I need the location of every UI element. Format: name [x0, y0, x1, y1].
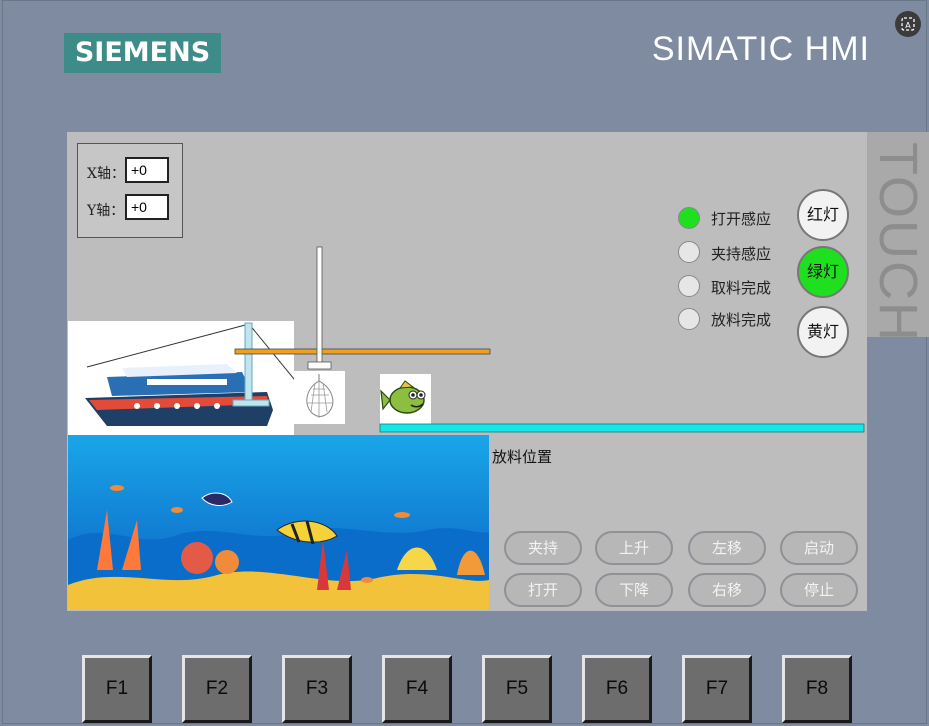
- conveyor-belt: [379, 423, 865, 433]
- right-button[interactable]: 右移: [688, 573, 766, 607]
- x-axis-value-field[interactable]: +0: [125, 157, 169, 183]
- indicator-lamp-open: [678, 207, 700, 229]
- indicator-label-open: 打开感应: [711, 210, 772, 228]
- down-button[interactable]: 下降: [595, 573, 673, 607]
- f7-key[interactable]: F7: [682, 655, 752, 723]
- text-recognition-icon[interactable]: A: [895, 11, 921, 37]
- drop-position-label: 放料位置: [492, 448, 553, 466]
- f3-key[interactable]: F3: [282, 655, 352, 723]
- svg-text:TOUCH: TOUCH: [868, 142, 928, 337]
- product-name: SIMATIC HMI: [651, 30, 870, 68]
- crane-horizontal-arm: [234, 348, 491, 355]
- f2-key[interactable]: F2: [182, 655, 252, 723]
- x-axis-label: X轴：: [87, 166, 125, 182]
- clamp-button[interactable]: 夹持: [504, 531, 582, 565]
- stop-button[interactable]: 停止: [780, 573, 858, 607]
- y-axis-label: Y轴：: [87, 203, 125, 219]
- open-button[interactable]: 打开: [504, 573, 582, 607]
- red-light-button[interactable]: 红灯: [797, 189, 849, 241]
- crane-gripper-head: [307, 361, 332, 370]
- f8-key[interactable]: F8: [782, 655, 852, 723]
- left-button[interactable]: 左移: [688, 531, 766, 565]
- touch-label: TOUCH: [868, 142, 928, 337]
- siemens-logo: SIEMENS: [64, 33, 221, 73]
- up-button[interactable]: 上升: [595, 531, 673, 565]
- f6-key[interactable]: F6: [582, 655, 652, 723]
- f4-key[interactable]: F4: [382, 655, 452, 723]
- f5-key[interactable]: F5: [482, 655, 552, 723]
- start-button[interactable]: 启动: [780, 531, 858, 565]
- f1-key[interactable]: F1: [82, 655, 152, 723]
- crane-vertical-rod: [316, 246, 323, 364]
- svg-text:A: A: [905, 21, 911, 30]
- y-axis-value-field[interactable]: +0: [125, 194, 169, 220]
- underwater-scene-image: [68, 435, 489, 610]
